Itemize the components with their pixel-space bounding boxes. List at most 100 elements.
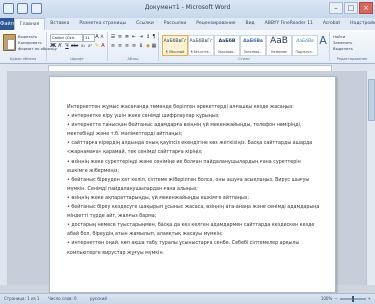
document-body[interactable]: Интернеттен жұмыс жасағанда төменде бері… bbox=[67, 103, 322, 258]
ribbon-tabs: Файл Главная Вставка Разметка страницы С… bbox=[0, 18, 375, 30]
paste-icon[interactable] bbox=[3, 34, 16, 51]
tab-acrobat[interactable]: Acrobat bbox=[318, 18, 345, 30]
document-paragraph: • интернетке кіру үшін жеке сенімді шифр… bbox=[67, 114, 220, 120]
style-subtitle[interactable]: АаБбВв Подзагол... bbox=[292, 35, 318, 56]
font-group: Calibri (Осн. 11 A A Ж К Ч abc x₂ x² ✎ A… bbox=[47, 32, 108, 61]
window-title: Документ1 - Microsoft Word bbox=[144, 4, 231, 11]
language-indicator[interactable]: русский bbox=[90, 296, 107, 301]
document-paragraph: • сайттарға кірердің алдында оның қауіпс… bbox=[67, 141, 313, 156]
borders-icon[interactable]: ▦ bbox=[151, 43, 157, 49]
tab-home[interactable]: Главная bbox=[13, 18, 46, 30]
style-heading-2[interactable]: АаБбВв Заголово... bbox=[240, 35, 266, 56]
document-paragraph: • интернетте танысқан бейтаныс адамдарға… bbox=[67, 123, 302, 138]
scrollbar-thumb[interactable] bbox=[368, 79, 375, 121]
zoom-control[interactable]: 100% − + bbox=[320, 295, 371, 302]
styles-label: Стили bbox=[238, 57, 250, 61]
line-spacing-icon[interactable]: ↨ bbox=[138, 43, 144, 49]
multilevel-list-icon[interactable]: ≣ bbox=[124, 34, 130, 40]
style-name: Заголово... bbox=[243, 50, 263, 54]
font-color-icon[interactable]: A bbox=[100, 43, 106, 49]
editing-label: Редактирование bbox=[336, 57, 368, 61]
styles-group: АаБбВвГг ¶ Обычный АаБбВвГг ¶ Без инте..… bbox=[159, 32, 330, 61]
font-name-input[interactable]: Calibri (Осн. bbox=[50, 34, 83, 42]
tab-page-layout[interactable]: Разметка страницы bbox=[74, 18, 131, 30]
style-no-spacing[interactable]: АаБбВвГг ¶ Без инте... bbox=[188, 35, 214, 56]
style-name: ¶ Без инте... bbox=[190, 50, 212, 54]
decrease-indent-icon[interactable]: ⇤ bbox=[131, 34, 137, 40]
paragraph-group: ☰ ≡ ≣ ⇤ ⇥ ↕ ¶ ≡ ≡ ≡ ≡ ↨ ◆ ▦ Абзац bbox=[108, 32, 159, 61]
bullets-icon[interactable]: ☰ bbox=[110, 34, 116, 40]
italic-icon[interactable]: К bbox=[57, 43, 63, 49]
tab-review[interactable]: Рецензирование bbox=[191, 18, 240, 30]
align-center-icon[interactable]: ≡ bbox=[117, 43, 123, 49]
style-sample: АаБбВвГг bbox=[189, 39, 213, 44]
style-sample: АаБбВв bbox=[243, 39, 263, 44]
tab-insert[interactable]: Вставка bbox=[45, 18, 74, 30]
tab-view[interactable]: Вид bbox=[241, 18, 260, 30]
maximize-button[interactable]: □ bbox=[344, 2, 358, 14]
close-button[interactable]: × bbox=[359, 2, 373, 14]
style-name: ¶ Обычный bbox=[165, 50, 185, 54]
bold-icon[interactable]: Ж bbox=[50, 43, 56, 49]
copy-button[interactable]: Копировать bbox=[18, 40, 42, 45]
pilcrow-icon[interactable]: ¶ bbox=[151, 34, 157, 40]
vertical-scrollbar[interactable] bbox=[366, 71, 375, 285]
font-label: Шрифт bbox=[70, 57, 84, 61]
clipboard-group: Вырезать Копировать Формат по образцу Бу… bbox=[0, 32, 57, 61]
zoom-in-icon[interactable]: + bbox=[368, 296, 371, 301]
word-count[interactable]: Число слов: 0 bbox=[48, 296, 77, 301]
cut-button[interactable]: Вырезать bbox=[18, 34, 37, 39]
editing-group: Найти Заменить Выделить Редактирование bbox=[330, 32, 374, 61]
align-left-icon[interactable]: ≡ bbox=[110, 43, 116, 49]
document-paragraph: • интернеттен оңай, көп ақша табу туралы… bbox=[67, 241, 300, 256]
tab-references[interactable]: Ссылки bbox=[131, 18, 159, 30]
numbering-icon[interactable]: ≡ bbox=[117, 34, 123, 40]
style-sample: АаБбВ bbox=[218, 39, 236, 44]
change-styles-button[interactable]: A bbox=[316, 35, 330, 54]
zoom-slider-knob[interactable] bbox=[351, 295, 354, 302]
replace-button[interactable]: Заменить bbox=[333, 40, 352, 45]
justify-icon[interactable]: ≡ bbox=[131, 43, 137, 49]
document-paragraph: • достарың немесе туыстарыңмен, басқа да… bbox=[67, 223, 315, 238]
find-button[interactable]: Найти bbox=[333, 34, 345, 39]
subscript-icon[interactable]: x₂ bbox=[80, 43, 86, 49]
vertical-ruler[interactable] bbox=[0, 71, 8, 285]
style-name: Подзагол... bbox=[295, 50, 315, 54]
clipboard-label: Буфер обмена bbox=[9, 57, 37, 61]
style-title[interactable]: АаВ Название bbox=[266, 35, 292, 56]
zoom-level: 100% bbox=[320, 296, 333, 301]
select-button[interactable]: Выделить bbox=[333, 46, 353, 51]
style-sample: АаВ bbox=[270, 36, 288, 46]
increase-indent-icon[interactable]: ⇥ bbox=[138, 34, 144, 40]
style-name: Название bbox=[271, 50, 287, 54]
superscript-icon[interactable]: x² bbox=[87, 43, 93, 49]
underline-icon[interactable]: Ч bbox=[64, 43, 70, 49]
style-sample: АаБбВв bbox=[296, 39, 314, 44]
file-tab[interactable]: Файл bbox=[0, 18, 14, 30]
document-page[interactable]: Интернеттен жұмыс жасағанда төменде бері… bbox=[49, 76, 336, 293]
document-paragraph: Интернеттен жұмыс жасағанда төменде бері… bbox=[67, 105, 294, 110]
zoom-slider[interactable] bbox=[339, 295, 366, 302]
document-paragraph: • бейтаныс біреу кездесуге шақырып ұсыны… bbox=[67, 205, 320, 220]
style-normal[interactable]: АаБбВвГг ¶ Обычный bbox=[162, 35, 188, 56]
ribbon: Вырезать Копировать Формат по образцу Бу… bbox=[0, 30, 375, 64]
tab-mailings[interactable]: Рассылки bbox=[159, 18, 192, 30]
paragraph-label: Абзац bbox=[127, 57, 139, 61]
style-heading-1[interactable]: АаБбВ Заголово... bbox=[214, 35, 240, 56]
change-styles-icon: A bbox=[319, 34, 327, 47]
align-right-icon[interactable]: ≡ bbox=[124, 43, 130, 49]
document-paragraph: • өзіңнің жеке ақпараттарыңды, үй мекенж… bbox=[67, 195, 249, 201]
page-count[interactable]: Страница: 1 из 1 bbox=[4, 296, 39, 301]
strikethrough-icon[interactable]: abc bbox=[71, 43, 78, 49]
minimize-button[interactable]: – bbox=[329, 2, 343, 14]
tab-abbyy[interactable]: ABBYY FineReader 11 bbox=[260, 18, 318, 30]
status-bar: Страница: 1 из 1 Число слов: 0 русский 1… bbox=[0, 293, 375, 304]
style-sample: АаБбВвГг bbox=[163, 39, 187, 44]
document-paragraph: • бейтаныс біреуден хат келіп, сілтеме ж… bbox=[67, 177, 310, 192]
tab-addins[interactable]: Надстройки bbox=[345, 18, 375, 30]
shrink-font-icon[interactable]: A bbox=[99, 34, 105, 40]
title-bar: Документ1 - Microsoft Word – □ × bbox=[0, 0, 375, 19]
zoom-out-icon[interactable]: − bbox=[334, 296, 337, 301]
document-paragraph: • өзіңнің жеке суреттеріңді және сенімің… bbox=[67, 159, 301, 174]
horizontal-ruler[interactable] bbox=[0, 64, 375, 72]
